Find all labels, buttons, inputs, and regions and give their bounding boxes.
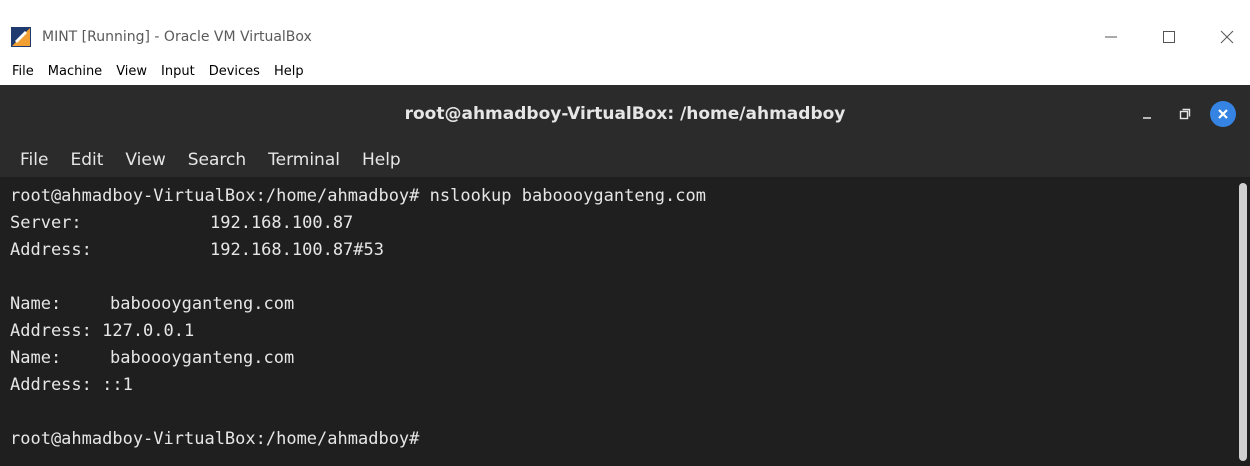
terminal-title-bar: root@ahmadboy-VirtualBox: /home/ahmadboy	[0, 85, 1250, 143]
terminal-line-address-ipv6: Address: ::1	[10, 375, 133, 395]
name-value: baboooyganteng.com	[110, 348, 295, 368]
virtualbox-logo-icon	[9, 25, 33, 49]
terminal-menu-view[interactable]: View	[125, 150, 165, 170]
maximize-icon	[1163, 30, 1175, 43]
name-label: Name:	[10, 294, 62, 314]
restore-icon	[1179, 108, 1191, 120]
server-label: Server:	[10, 213, 82, 233]
terminal-lines: root@ahmadboy-VirtualBox:/home/ahmadboy#…	[10, 183, 706, 453]
minimize-button[interactable]	[1088, 15, 1134, 58]
terminal-line-name-1: Name: baboooyganteng.com	[10, 291, 706, 318]
minimize-icon	[1105, 36, 1117, 37]
terminal-restore-button[interactable]	[1166, 95, 1204, 133]
vbox-menu-devices[interactable]: Devices	[209, 64, 260, 79]
terminal-menu-help[interactable]: Help	[362, 150, 401, 170]
terminal-menu-bar: File Edit View Search Terminal Help	[0, 143, 1250, 177]
scrollbar-thumb[interactable]	[1239, 183, 1247, 461]
vbox-menu-bar: File Machine View Input Devices Help	[0, 58, 1250, 85]
maximize-button[interactable]	[1146, 15, 1192, 58]
vbox-menu-machine[interactable]: Machine	[48, 64, 102, 79]
terminal-menu-search[interactable]: Search	[188, 150, 246, 170]
vbox-window-controls	[1076, 15, 1250, 58]
terminal-line-address: Address: 192.168.100.87#53	[10, 237, 706, 264]
name-label: Name:	[10, 348, 62, 368]
terminal-menu-file[interactable]: File	[20, 150, 48, 170]
vbox-window-title: MINT [Running] - Oracle VM VirtualBox	[42, 28, 312, 45]
terminal-scrollbar[interactable]	[1236, 177, 1250, 466]
address-value: 192.168.100.87#53	[210, 240, 384, 260]
terminal-line-name-2: Name: baboooyganteng.com	[10, 345, 706, 372]
terminal-menu-terminal[interactable]: Terminal	[268, 150, 340, 170]
server-value: 192.168.100.87	[210, 213, 354, 233]
terminal-window-title: root@ahmadboy-VirtualBox: /home/ahmadboy	[404, 104, 846, 124]
vbox-menu-view[interactable]: View	[116, 64, 147, 79]
terminal-menu-edit[interactable]: Edit	[70, 150, 103, 170]
terminal-minimize-button[interactable]	[1128, 95, 1166, 133]
vbox-title-bar: MINT [Running] - Oracle VM VirtualBox	[0, 15, 1250, 58]
terminal-line-server: Server: 192.168.100.87	[10, 210, 706, 237]
close-icon	[1220, 30, 1234, 43]
minimize-icon	[1143, 117, 1151, 119]
close-button[interactable]	[1204, 15, 1250, 58]
terminal-line-command: root@ahmadboy-VirtualBox:/home/ahmadboy#…	[10, 186, 706, 206]
close-icon	[1210, 101, 1236, 127]
name-value: baboooyganteng.com	[110, 294, 295, 314]
terminal-output-area[interactable]: root@ahmadboy-VirtualBox:/home/ahmadboy#…	[0, 177, 1250, 466]
vbox-menu-help[interactable]: Help	[274, 64, 304, 79]
terminal-line-address-ipv4: Address: 127.0.0.1	[10, 321, 195, 341]
vbox-menu-file[interactable]: File	[12, 64, 34, 79]
vbox-menu-input[interactable]: Input	[161, 64, 195, 79]
terminal-window-controls	[1128, 85, 1242, 143]
terminal-line-prompt: root@ahmadboy-VirtualBox:/home/ahmadboy#	[10, 429, 420, 449]
address-label: Address:	[10, 240, 92, 260]
terminal-close-button[interactable]	[1204, 95, 1242, 133]
